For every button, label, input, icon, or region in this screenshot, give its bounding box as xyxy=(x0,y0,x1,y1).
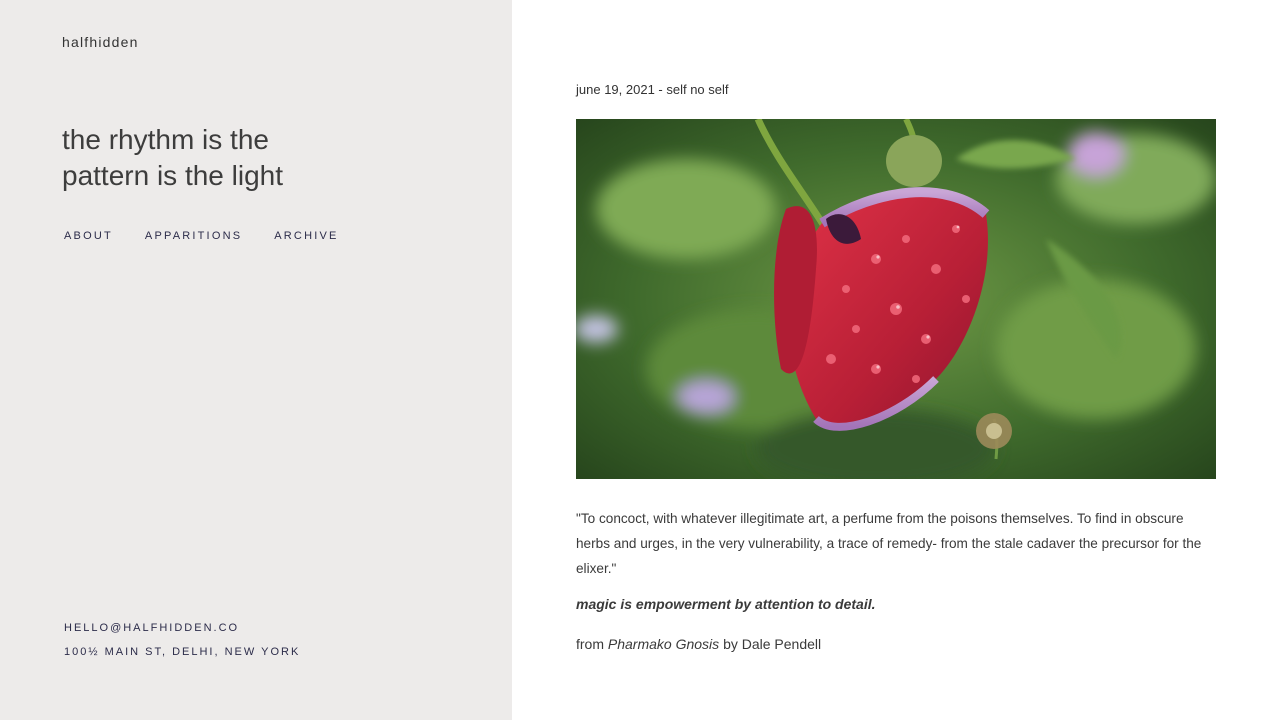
nav-about-link[interactable]: ABOUT xyxy=(62,230,115,242)
source-prefix: from xyxy=(576,636,604,652)
address-text: 100½ MAIN ST, DELHI, NEW YORK xyxy=(64,646,301,658)
source-author: by Dale Pendell xyxy=(723,636,822,652)
nav-archive-link[interactable]: ARCHIVE xyxy=(272,230,340,242)
tagline-line-2: pattern is the light xyxy=(62,160,284,191)
red-poppy-image-icon xyxy=(576,119,1216,479)
sidebar-corner-link[interactable] xyxy=(0,10,38,82)
poppy-photo xyxy=(576,119,1216,479)
source-book-title: Pharmako Gnosis xyxy=(607,636,720,652)
sidebar: halfhidden the rhythm is the pattern is … xyxy=(0,0,512,720)
main-nav: ABOUT APPARITIONS ARCHIVE xyxy=(62,230,369,242)
nav-apparitions-link[interactable]: APPARITIONS xyxy=(143,230,244,242)
post-source: from Pharmako Gnosis by Dale Pendell xyxy=(576,636,821,652)
post-title-link[interactable]: june 19, 2021 - self no self xyxy=(576,82,729,97)
email-link[interactable]: HELLO@HALFHIDDEN.CO xyxy=(62,622,241,634)
main-content: june 19, 2021 - self no self "To concoct… xyxy=(512,0,1280,720)
post-quote: "To concoct, with whatever illegitimate … xyxy=(576,511,1202,576)
site-tagline: the rhythm is the pattern is the light xyxy=(62,122,283,194)
tagline-line-1: the rhythm is the xyxy=(62,124,269,155)
contact-block: HELLO@HALFHIDDEN.CO 100½ MAIN ST, DELHI,… xyxy=(62,622,302,658)
post-motto: magic is empowerment by attention to det… xyxy=(576,596,876,612)
site-name-link[interactable]: halfhidden xyxy=(62,34,139,50)
sidebar-embed-frame[interactable] xyxy=(6,269,449,579)
